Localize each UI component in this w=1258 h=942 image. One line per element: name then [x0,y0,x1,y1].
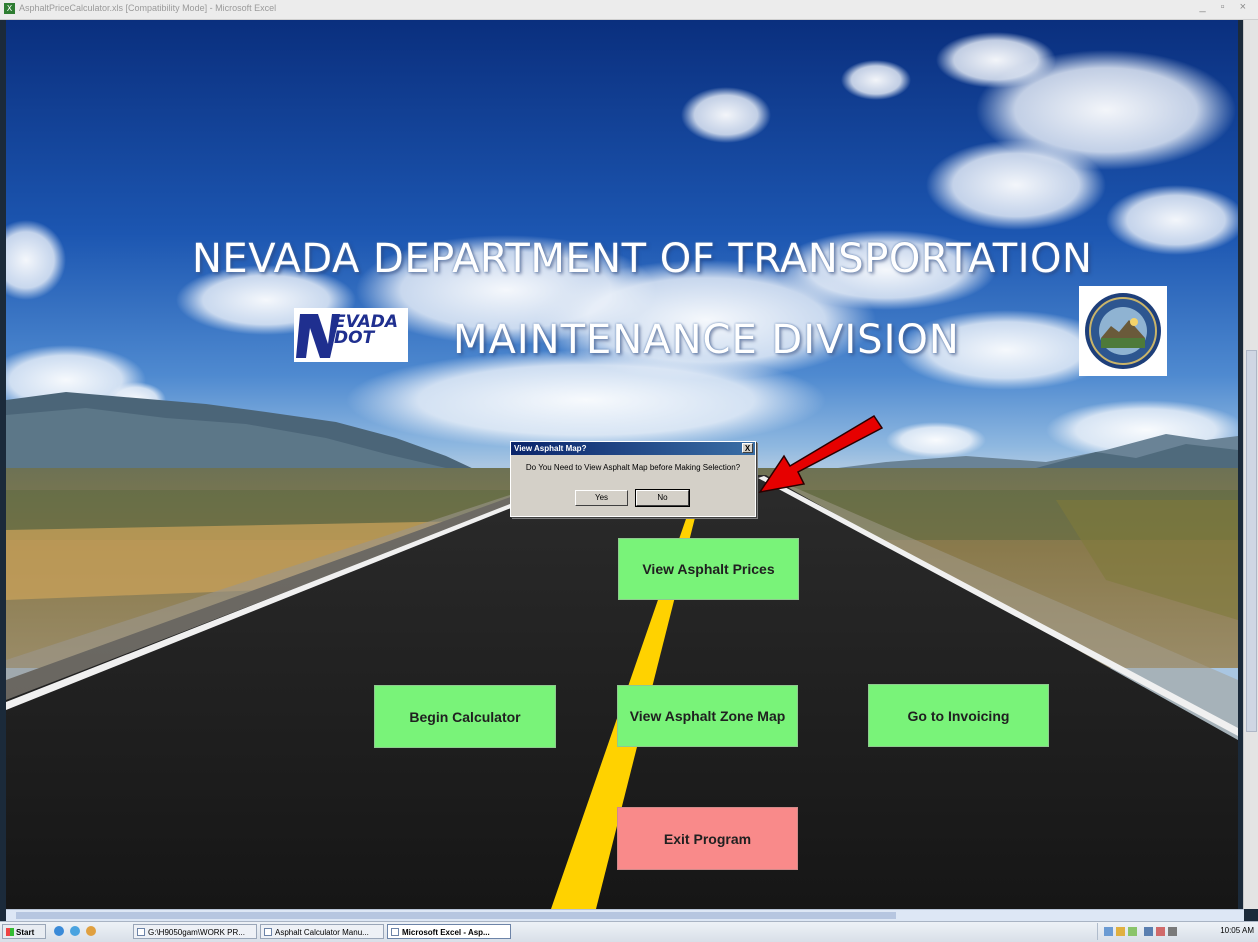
nevada-dot-logo: EVADA DOT [294,308,408,362]
show-desktop-icon[interactable] [54,926,64,936]
dialog-no-button[interactable]: No [635,489,690,507]
view-asphalt-prices-button[interactable]: View Asphalt Prices [618,538,799,600]
dialog-message: Do You Need to View Asphalt Map before M… [525,463,741,472]
start-label: Start [16,928,35,937]
security-icon[interactable] [1116,927,1125,936]
go-to-invoicing-button[interactable]: Go to Invoicing [868,684,1049,747]
exit-program-button[interactable]: Exit Program [617,807,798,870]
network-icon[interactable] [1104,927,1113,936]
dialog-close-button[interactable]: X [742,443,753,453]
window-controls[interactable]: _ ▫ × [1199,1,1252,13]
windows-flag-icon [6,928,14,936]
ndot-logo-text: EVADA DOT [334,314,398,348]
department-title: NEVADA DEPARTMENT OF TRANSPORTATION [192,236,1093,282]
view-asphalt-map-dialog: View Asphalt Map? X Do You Need to View … [510,441,756,517]
begin-calculator-button[interactable]: Begin Calculator [374,685,556,748]
word-document-icon [264,928,272,936]
taskbar-clock: 10:05 AM [1220,926,1254,935]
system-tray: 10:05 AM [1097,923,1258,940]
division-title: MAINTENANCE DIVISION [453,317,960,363]
dialog-yes-button[interactable]: Yes [575,490,628,506]
view-asphalt-zone-map-button[interactable]: View Asphalt Zone Map [617,685,798,747]
nevada-state-seal [1079,286,1167,376]
taskbar-item-label: G:\H9050gam\WORK PR... [148,928,245,937]
state-seal-icon [1085,293,1161,369]
taskbar-item-word[interactable]: Asphalt Calculator Manu... [260,924,384,939]
taskbar-item-excel[interactable]: Microsoft Excel - Asp... [387,924,511,939]
window-title: AsphaltPriceCalculator.xls [Compatibilit… [19,3,277,13]
horizontal-scroll-thumb[interactable] [16,912,896,919]
media-player-icon[interactable] [86,926,96,936]
dialog-title: View Asphalt Map? [514,444,587,453]
red-arrow-icon [758,414,884,494]
taskbar-item-label: Microsoft Excel - Asp... [402,928,490,937]
dialog-titlebar: View Asphalt Map? X [511,442,755,455]
vertical-scroll-thumb[interactable] [1246,350,1257,732]
window-titlebar: X AsphaltPriceCalculator.xls [Compatibil… [0,0,1258,20]
tray-app-icon-2[interactable] [1156,927,1165,936]
tray-app-icon[interactable] [1144,927,1153,936]
volume-icon[interactable] [1168,927,1177,936]
ndot-logo-line2: DOT [334,328,375,348]
update-icon[interactable] [1128,927,1137,936]
taskbar-item-label: Asphalt Calculator Manu... [275,928,369,937]
taskbar: Start G:\H9050gam\WORK PR... Asphalt Cal… [0,921,1258,942]
excel-app-icon[interactable]: X [4,3,15,14]
excel-icon [391,928,399,936]
start-button[interactable]: Start [2,924,46,939]
taskbar-item-explorer[interactable]: G:\H9050gam\WORK PR... [133,924,257,939]
internet-explorer-icon[interactable] [70,926,80,936]
vertical-scrollbar[interactable] [1243,20,1258,909]
folder-icon [137,928,145,936]
